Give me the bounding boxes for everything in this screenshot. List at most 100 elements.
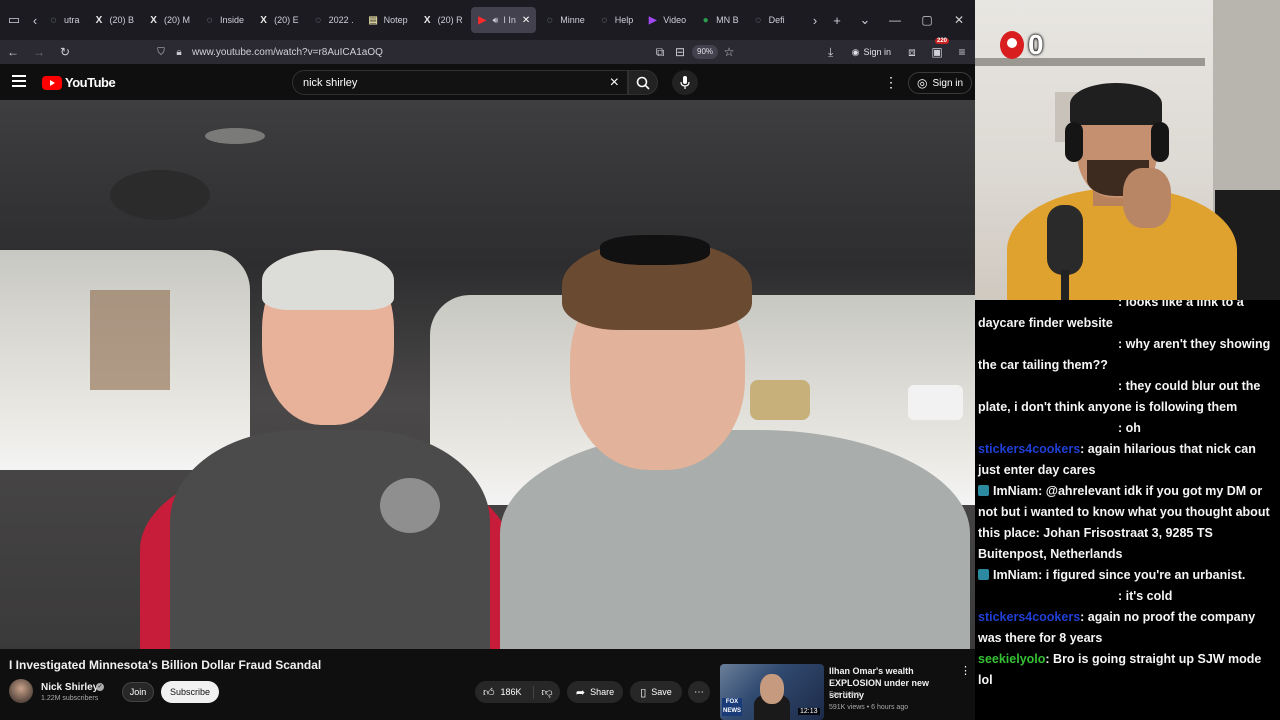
browser-tab-label: (20) M [164,15,191,25]
dislike-button[interactable]: 👎︎ [533,685,560,699]
tabs-scroll-right-icon[interactable]: › [807,0,823,40]
browser-tab[interactable]: X (20) M [142,7,196,33]
extension-badge-count: 220 [934,38,949,44]
reload-icon[interactable]: ↻ [52,40,78,64]
zoom-level-badge[interactable]: 90% [692,45,719,59]
browser-tab-label: Help [614,15,634,25]
browser-tab[interactable]: ◌ 2022 . [307,7,360,33]
browser-tab[interactable]: ◌ Defi [747,7,791,33]
share-button[interactable]: ➦ Share [567,681,623,703]
bookmark-icon: ▯ [640,686,647,699]
browser-tab[interactable]: ◌ Inside [198,7,250,33]
verified-check-icon: ✓ [96,683,104,691]
new-tab-icon[interactable]: + [823,0,851,40]
browser-tab[interactable]: ◌ Minne [538,7,591,33]
browser-tab[interactable]: ▶ 🔊︎ I In ✕ [470,7,537,33]
youtube-header: YouTube × ⋮ ◎ Sign in [0,64,975,100]
search-box[interactable]: × [292,70,628,95]
share-arrow-icon: ➦ [575,686,586,699]
browser-tab[interactable]: ▤ Notep [362,7,414,33]
youtube-sign-in-button[interactable]: ◎ Sign in [908,72,973,94]
shield-icon[interactable]: ⛉ [152,47,170,58]
browser-tab[interactable]: ▶ Video [641,7,692,33]
settings-more-icon[interactable]: ⋮ [884,74,898,91]
chat-username[interactable]: stickers4cookers [978,442,1080,456]
back-icon[interactable]: ← [0,40,26,64]
channel-name[interactable]: Nick Shirley [41,682,98,693]
parked-car [750,380,810,420]
tab-overview-icon[interactable]: ▭ [0,0,28,40]
clear-search-icon[interactable]: × [610,74,619,92]
chat-username[interactable]: stickers4cookers [978,610,1080,624]
fox-news-badge: FOX NEWS [722,698,742,716]
chat-username[interactable]: ImNiam [993,568,1038,582]
account-sign-in-button[interactable]: ◉ Sign in [844,47,899,58]
youtube-logo[interactable]: YouTube [42,75,116,90]
browser-tab-label: (20) B [109,15,135,25]
tabs-scroll-left-icon[interactable]: ‹ [28,0,42,40]
minimize-icon[interactable]: — [879,0,911,40]
picture-in-picture-icon[interactable]: ⧉ [650,40,670,64]
save-button[interactable]: ▯ Save [630,681,682,703]
tab-bar: ▭ ‹ ◌ utra X (20) B X (20) M ◌ Inside X (20) E ◌ 20… [0,0,975,40]
browser-tab[interactable]: ◌ Help [593,7,640,33]
recommendation-meta: 591K views • 6 hours ago [829,704,909,711]
hamburger-menu-icon[interactable] [12,75,26,89]
extensions-icon[interactable]: ⧈ [899,40,925,64]
search-input[interactable] [303,76,593,89]
browser-tab-label: 2022 . [328,15,354,25]
browser-tab[interactable]: ● MN B [694,7,745,33]
x-logo-icon: X [423,14,431,26]
forward-icon[interactable]: → [26,40,52,64]
subscribe-button[interactable]: Subscribe [161,681,219,703]
stream-counter-value: 0 [1028,29,1044,60]
channel-avatar[interactable] [9,679,33,703]
join-button[interactable]: Join [122,682,154,702]
chat-username[interactable]: ImNiam [993,484,1038,498]
youtube-logo-text: YouTube [65,75,116,90]
maximize-icon[interactable]: ▢ [911,0,943,40]
generic-tab-icon: ◌ [546,14,553,26]
chat-username[interactable]: seekielyolo [978,652,1045,666]
tab-list-icon[interactable]: ⌄ [851,0,879,40]
more-actions-icon[interactable]: ⋯ [688,681,710,703]
search-button[interactable] [628,70,658,95]
url-text[interactable]: www.youtube.com/watch?v=r8AuICA1aOQ [192,47,383,58]
browser-tab-label: Defi [768,15,785,25]
cam-headphone-right [1151,122,1169,162]
browser-tab-label: (20) E [274,15,299,25]
voice-search-button[interactable] [672,70,698,95]
save-page-icon[interactable]: ⊟ [670,40,690,64]
speaker-icon[interactable]: 🔊︎ [493,15,499,26]
browser-tab[interactable]: X (20) R [416,7,469,33]
car-ceiling-vent [110,170,210,220]
chat-message: ImNiam: @ahrelevant idk if you got my DM… [978,481,1278,565]
recommendation-channel[interactable]: Fox News [829,691,860,698]
chat-message: : oh [978,418,1278,439]
downloads-icon[interactable]: ⤓ [818,40,844,64]
browser-tab[interactable]: X (20) B [88,7,141,33]
video-player[interactable] [0,100,975,649]
chat-message-list: : looks like a link to a daycare finder … [978,300,1278,691]
close-tab-icon[interactable]: ✕ [522,15,530,26]
browser-window: ▭ ‹ ◌ utra X (20) B X (20) M ◌ Inside X (20) E ◌ 20… [0,0,975,720]
thumbs-down-icon: 👎︎ [541,686,553,699]
generic-tab-icon: ◌ [755,14,762,26]
like-button[interactable]: 👍︎ 186K [475,686,533,699]
chat-message: stickers4cookers: again hilarious that n… [978,439,1278,481]
extension-badge-icon[interactable]: ▣ 220 [925,38,949,59]
chat-message: : why aren't they showing the car tailin… [978,334,1278,376]
recommendation-more-icon[interactable]: ⋮ [960,664,971,677]
white-suv [908,385,963,420]
bookmark-star-icon[interactable]: ☆ [716,40,742,64]
browser-tab-label: (20) R [437,15,463,25]
x-logo-icon: X [95,14,103,26]
lock-icon[interactable]: 🔒︎ [170,47,188,58]
app-menu-icon[interactable]: ≡ [949,40,975,64]
close-window-icon[interactable]: ✕ [943,0,975,40]
browser-tab[interactable]: X (20) E [252,7,305,33]
recommendation-duration: 12:13 [798,708,820,715]
browser-tab[interactable]: ◌ utra [42,7,86,33]
generic-tab-icon: ◌ [315,14,322,26]
youtube-icon: ▶ [478,14,487,26]
